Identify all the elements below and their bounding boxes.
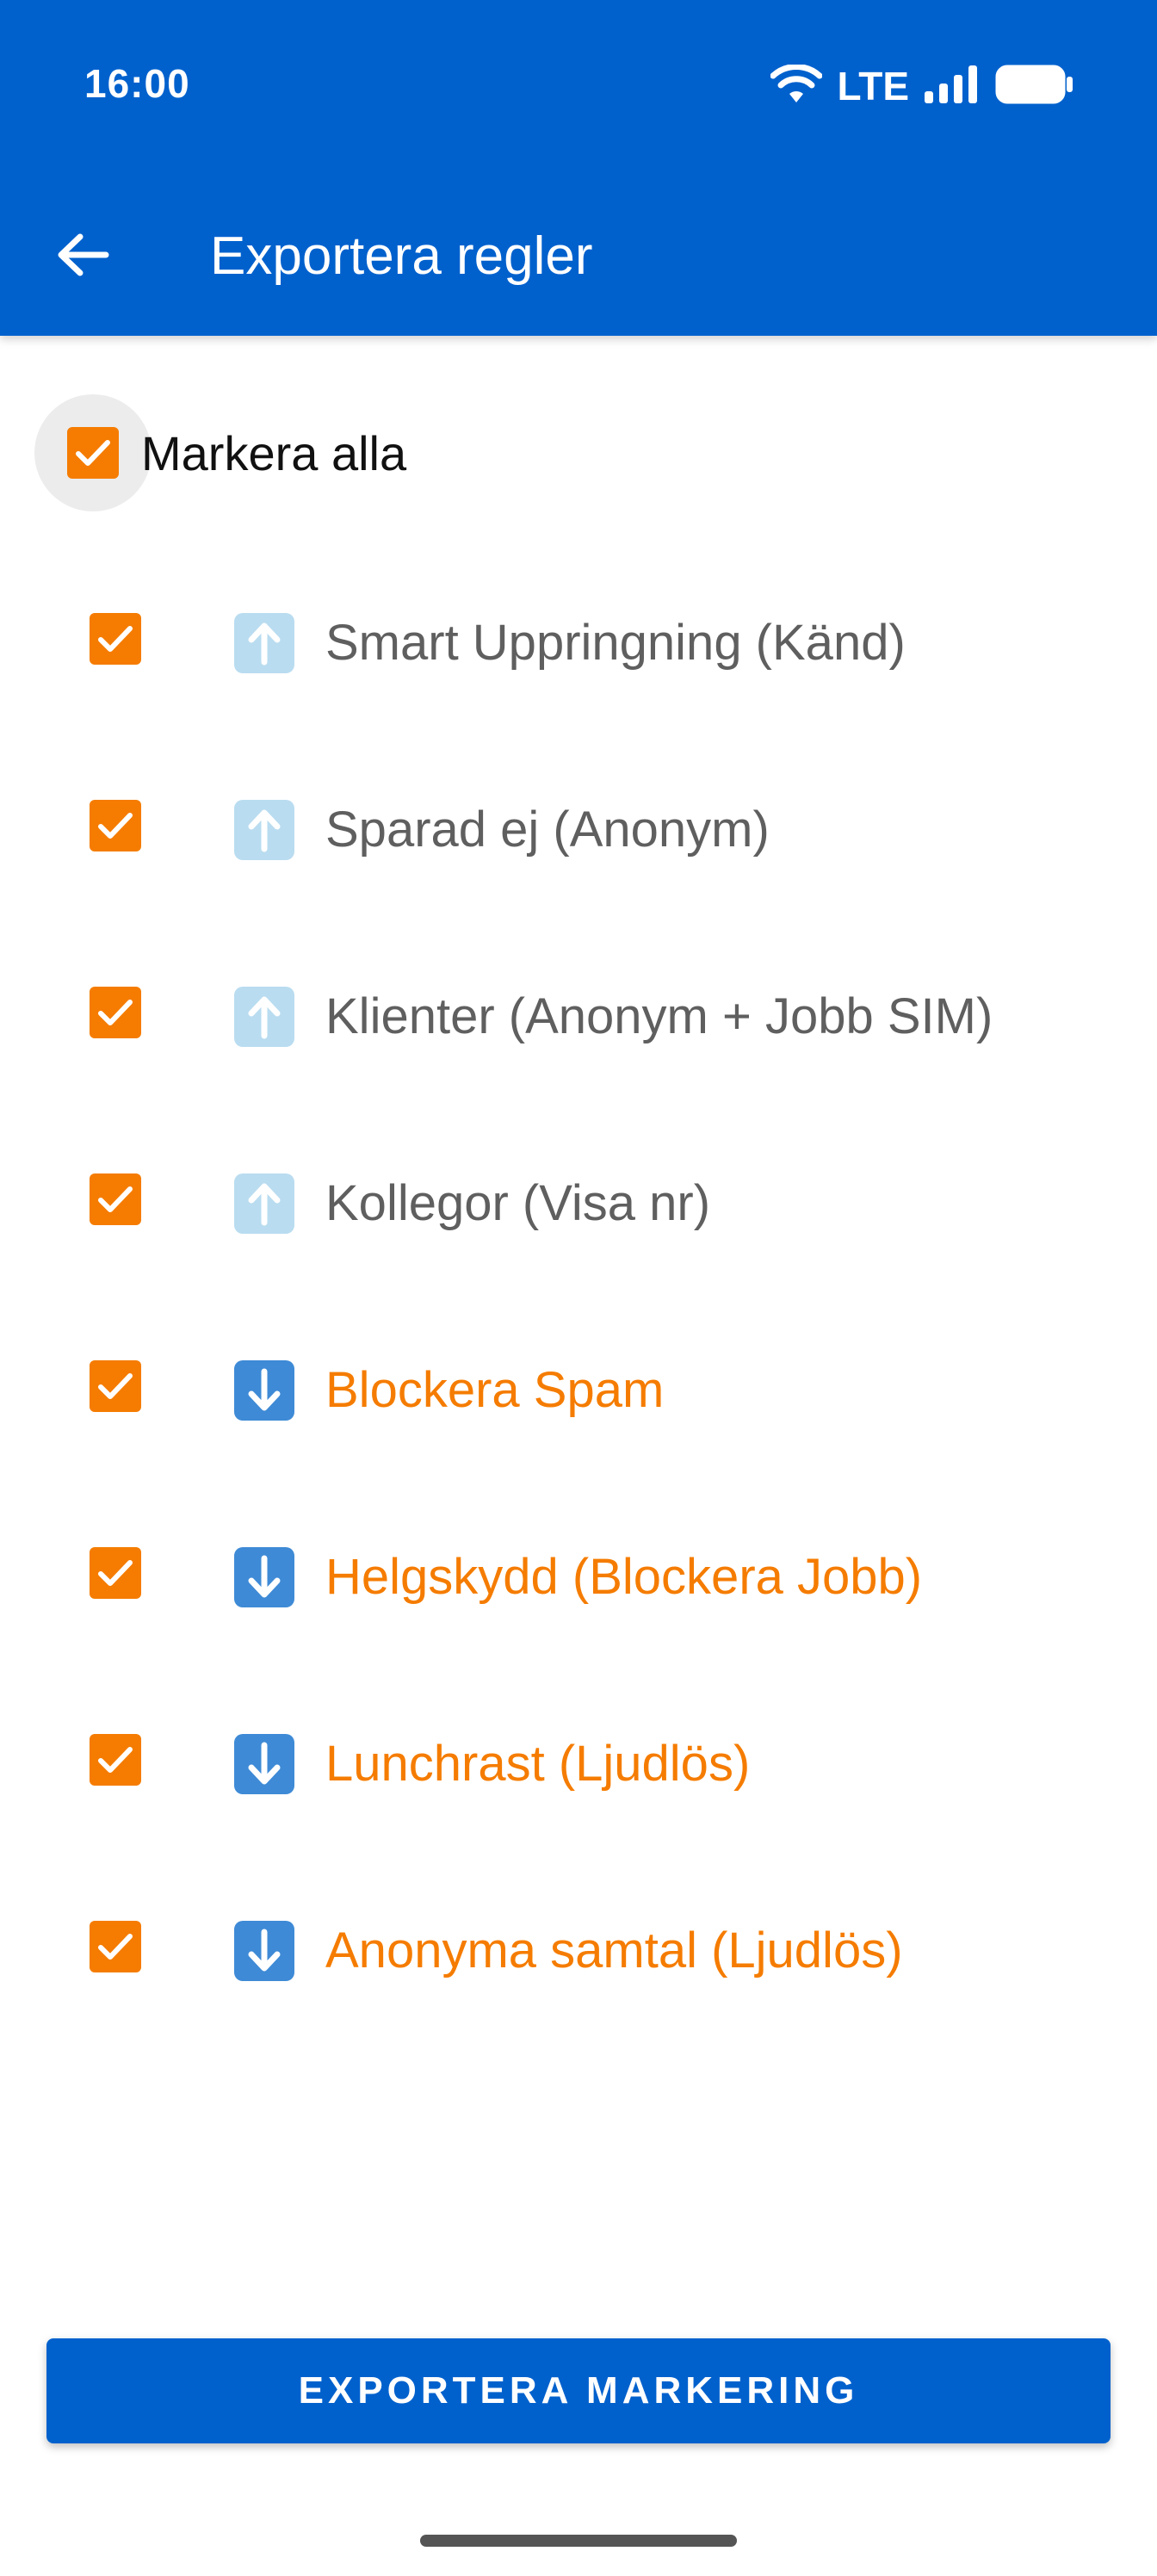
- arrow-up-icon: [234, 613, 294, 673]
- arrow-down-icon: [234, 1734, 294, 1794]
- checkmark-icon: [98, 813, 133, 839]
- wifi-icon: [770, 63, 823, 108]
- rule-row[interactable]: Helgskydd (Blockera Jobb): [0, 1482, 1157, 1669]
- arrow-down-icon: [234, 1547, 294, 1607]
- checkmark-icon: [98, 1747, 133, 1773]
- battery-icon: [995, 65, 1074, 108]
- rule-label: Sparad ej (Anonym): [325, 802, 770, 858]
- checkmark-icon: [98, 1000, 133, 1025]
- rule-checkbox[interactable]: [90, 1173, 141, 1225]
- rule-row[interactable]: Blockera Spam: [0, 1295, 1157, 1482]
- arrow-down-icon: [234, 1921, 294, 1981]
- rule-label: Smart Uppringning (Känd): [325, 615, 906, 671]
- rule-label: Blockera Spam: [325, 1362, 665, 1418]
- export-selection-button[interactable]: EXPORTERA MARKERING: [46, 2338, 1111, 2443]
- rule-checkbox[interactable]: [90, 613, 141, 665]
- checkmark-icon: [98, 1186, 133, 1212]
- page-title: Exportera regler: [210, 226, 593, 286]
- status-icons: LTE: [770, 60, 1074, 112]
- checkmark-icon: [98, 1373, 133, 1399]
- rule-row[interactable]: Sparad ej (Anonym): [0, 734, 1157, 921]
- select-all-row[interactable]: Markera alla: [0, 379, 1157, 525]
- back-arrow-icon: [58, 233, 109, 276]
- checkmark-icon: [98, 1560, 133, 1586]
- rule-checkbox[interactable]: [90, 987, 141, 1038]
- checkmark-icon: [98, 626, 133, 652]
- app-bar: 16:00 LTE Exportera regler: [0, 0, 1157, 336]
- rule-label: Kollegor (Visa nr): [325, 1175, 711, 1231]
- rule-label: Helgskydd (Blockera Jobb): [325, 1549, 923, 1605]
- rule-checkbox[interactable]: [90, 1734, 141, 1786]
- rule-checkbox[interactable]: [90, 1547, 141, 1599]
- rule-row[interactable]: Kollegor (Visa nr): [0, 1108, 1157, 1295]
- rule-row[interactable]: Lunchrast (Ljudlös): [0, 1669, 1157, 1855]
- arrow-down-icon: [234, 1360, 294, 1421]
- rule-checkbox[interactable]: [90, 800, 141, 851]
- toolbar: Exportera regler: [0, 172, 1157, 336]
- rule-label: Anonyma samtal (Ljudlös): [325, 1923, 903, 1978]
- rule-label: Lunchrast (Ljudlös): [325, 1736, 751, 1792]
- arrow-up-icon: [234, 1173, 294, 1234]
- network-type-label: LTE: [837, 64, 909, 108]
- status-time: 16:00: [84, 61, 190, 106]
- select-all-label: Markera alla: [141, 426, 407, 480]
- rule-row[interactable]: Klienter (Anonym + Jobb SIM): [0, 921, 1157, 1108]
- rule-row[interactable]: Anonyma samtal (Ljudlös): [0, 1855, 1157, 2042]
- checkmark-icon: [76, 440, 110, 466]
- rule-label: Klienter (Anonym + Jobb SIM): [325, 988, 993, 1044]
- signal-icon: [925, 65, 980, 108]
- checkmark-icon: [98, 1934, 133, 1960]
- rule-checkbox[interactable]: [90, 1360, 141, 1412]
- rule-checkbox[interactable]: [90, 1921, 141, 1972]
- home-indicator[interactable]: [420, 2535, 737, 2547]
- rules-list: Smart Uppringning (Känd) Sparad ej (Anony…: [0, 548, 1157, 2042]
- rule-row[interactable]: Smart Uppringning (Känd): [0, 548, 1157, 734]
- arrow-up-icon: [234, 800, 294, 860]
- select-all-checkbox[interactable]: [67, 427, 119, 479]
- arrow-up-icon: [234, 987, 294, 1047]
- status-bar: 16:00 LTE: [0, 0, 1157, 172]
- back-button[interactable]: [41, 214, 124, 296]
